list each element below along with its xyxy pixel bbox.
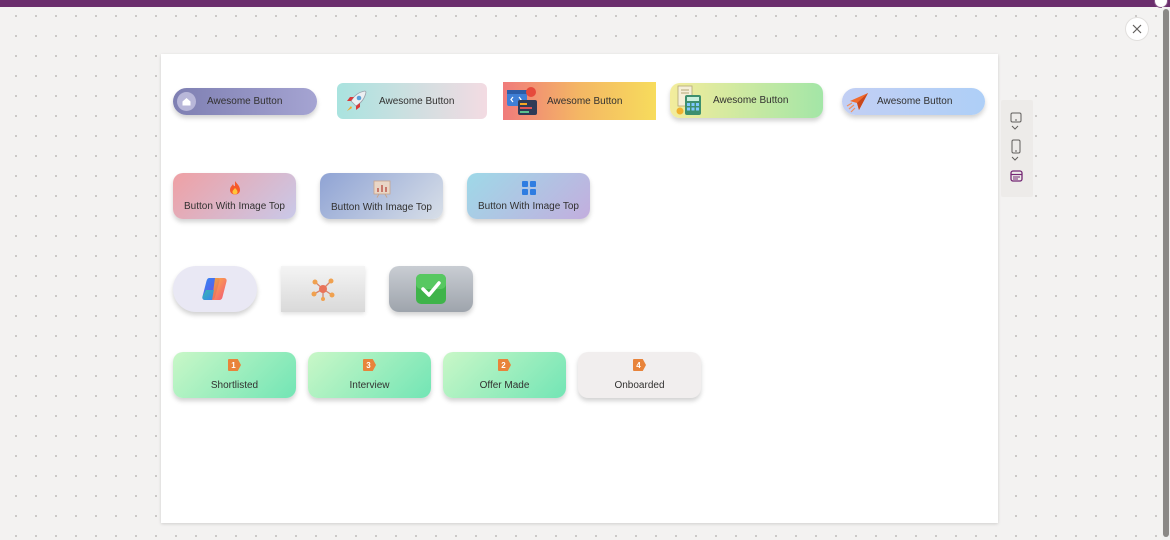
network-button[interactable] [281, 266, 365, 312]
close-icon [1132, 24, 1142, 34]
rocket-icon [343, 88, 369, 114]
checkmark-button[interactable] [389, 266, 473, 312]
awesome-button-5[interactable]: Awesome Button [842, 88, 985, 115]
stage-number-badge: 1 [228, 359, 241, 371]
top-bar [0, 0, 1170, 8]
stage-button-interview[interactable]: 3 Interview [308, 352, 431, 398]
code-window-icon [505, 84, 539, 118]
button-label: Awesome Button [877, 96, 953, 107]
tablet-icon[interactable] [1010, 112, 1022, 123]
checkmark-icon [415, 273, 447, 305]
vertical-scrollbar[interactable] [1162, 7, 1170, 540]
button-label: Button With Image Top [184, 201, 285, 212]
stage-button-onboarded[interactable]: 4 Onboarded [578, 352, 701, 398]
awesome-button-2[interactable]: Awesome Button [337, 83, 487, 119]
home-icon [177, 92, 196, 111]
stage-number-badge: 4 [633, 359, 646, 371]
grid-icon [521, 180, 537, 196]
button-label: Awesome Button [379, 95, 455, 107]
copilot-button[interactable] [173, 266, 257, 312]
chevron-down-icon[interactable] [1010, 125, 1020, 131]
browser-icon[interactable] [1010, 170, 1023, 182]
image-top-button-3[interactable]: Button With Image Top [467, 173, 590, 219]
fire-icon [228, 180, 242, 195]
stage-number-badge: 2 [498, 359, 511, 371]
calculator-icon [674, 85, 704, 117]
button-label: Button With Image Top [331, 201, 432, 213]
button-label: Awesome Button [207, 96, 283, 107]
chevron-down-icon[interactable] [1010, 156, 1020, 162]
paper-plane-icon [846, 90, 870, 114]
awesome-button-3[interactable]: Awesome Button [503, 82, 656, 120]
device-preview-panel [1001, 100, 1033, 197]
stage-label: Shortlisted [210, 380, 259, 391]
button-label: Awesome Button [713, 95, 789, 106]
network-icon [310, 277, 336, 301]
awesome-button-1[interactable]: Awesome Button [173, 88, 317, 115]
phone-icon[interactable] [1010, 139, 1022, 154]
scrollbar-thumb[interactable] [1163, 9, 1169, 537]
button-label: Button With Image Top [478, 201, 579, 212]
chart-icon [373, 180, 391, 198]
stage-button-shortlisted[interactable]: 1 Shortlisted [173, 352, 296, 398]
stage-number-badge: 3 [363, 359, 376, 371]
close-button[interactable] [1125, 17, 1149, 41]
awesome-button-4[interactable]: Awesome Button [670, 83, 823, 118]
image-top-button-2[interactable]: Button With Image Top [320, 173, 443, 219]
stage-label: Interview [349, 380, 390, 391]
copilot-icon [200, 276, 230, 302]
stage-label: Offer Made [479, 380, 530, 391]
stage-label: Onboarded [614, 380, 665, 391]
image-top-button-1[interactable]: Button With Image Top [173, 173, 296, 219]
button-label: Awesome Button [547, 95, 623, 107]
stage-button-offer-made[interactable]: 2 Offer Made [443, 352, 566, 398]
